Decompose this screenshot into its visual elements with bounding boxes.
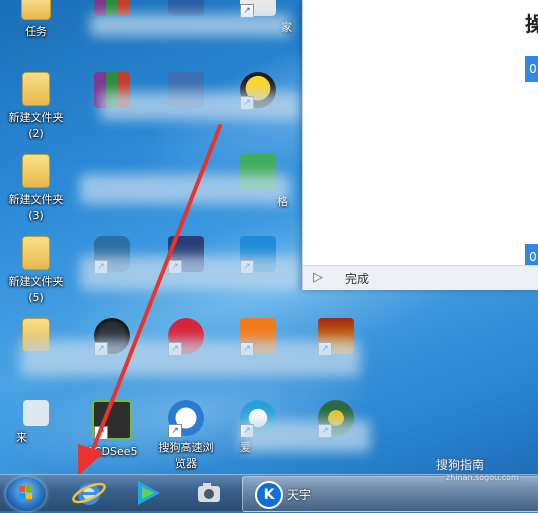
watermark: 搜狗指南 zhinan.sogou.com: [436, 456, 519, 482]
desktop-icon-new-folder-5[interactable]: 新建文件夹 (5): [0, 236, 72, 306]
folder-icon: [22, 72, 50, 106]
play-icon[interactable]: ▷: [313, 270, 329, 286]
camera-app-icon[interactable]: [190, 477, 228, 509]
badge-top[interactable]: 0: [525, 56, 538, 82]
desktop-icon-acdsee[interactable]: ↗ ACDSee5: [76, 400, 148, 460]
desktop-icon-new-folder-3[interactable]: 新建文件夹 (3): [0, 154, 72, 224]
ie-browser-icon[interactable]: [70, 477, 108, 509]
watermark-url: zhinan.sogou.com: [446, 473, 519, 482]
desktop-icon-sogou-browser[interactable]: ↗ 搜狗高速浏 览器: [150, 400, 222, 472]
desktop-icon-label: 新建文件夹 (5): [8, 275, 64, 304]
sogou-browser-icon: ↗: [168, 400, 204, 438]
folder-icon: [22, 236, 50, 270]
desktop-icon-lai[interactable]: 来: [0, 400, 72, 446]
folder-icon: [22, 154, 50, 188]
app-window[interactable]: 操 0 0 ▷ 完成: [302, 0, 538, 290]
shortcut-arrow-icon: ↗: [94, 426, 108, 440]
folder-icon: [21, 0, 51, 20]
desktop-icon-label: ACDSee5: [86, 445, 138, 458]
k-app-icon: K: [255, 481, 283, 509]
windows-logo-icon: [19, 486, 32, 499]
media-player-icon[interactable]: [128, 477, 166, 509]
desktop-icon-label: 来: [16, 431, 27, 444]
redaction-blur: [20, 340, 360, 376]
desktop-icon-task[interactable]: 任务: [0, 0, 72, 40]
desktop-icon-label: 新建文件夹 (3): [8, 193, 64, 222]
redaction-blur: [90, 14, 290, 36]
status-text: 完成: [345, 272, 370, 286]
desktop-icon-label: 搜狗高速浏 览器: [158, 441, 214, 470]
desktop-icon-label: 新建文件夹 (2): [8, 111, 64, 140]
status-bar: ▷ 完成: [303, 265, 538, 290]
start-button[interactable]: [6, 477, 46, 511]
desktop-icon-label: 任务: [25, 25, 47, 38]
redaction-blur: [80, 174, 290, 204]
acdsee-icon: ↗: [92, 400, 132, 440]
window-title: 操: [525, 12, 538, 36]
app-icon: [23, 400, 49, 426]
redaction-blur: [100, 92, 300, 120]
shortcut-arrow-icon: ↗: [168, 424, 182, 438]
redaction-blur: [240, 420, 370, 452]
redaction-blur: [80, 256, 300, 290]
watermark-brand: 搜狗指南: [436, 458, 485, 472]
desktop-icon-new-folder-2[interactable]: 新建文件夹 (2): [0, 72, 72, 142]
taskbar-item-label: 天宇: [287, 488, 312, 502]
